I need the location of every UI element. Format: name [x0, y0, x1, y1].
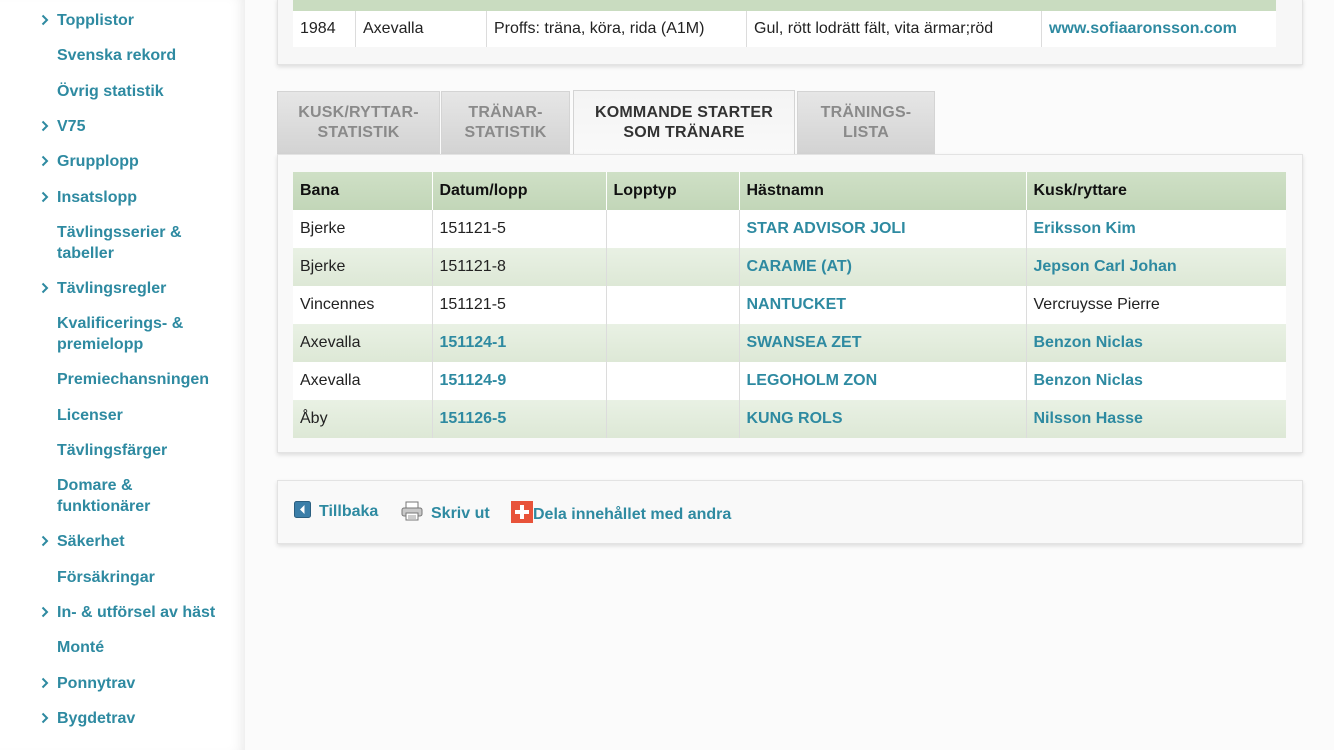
- sidebar-item-label: Tävlingsserier & tabeller: [57, 224, 182, 262]
- tab-driver-stats[interactable]: KUSK/RYTTAR- STATISTIK: [277, 91, 440, 154]
- chevron-right-icon[interactable]: [41, 606, 51, 618]
- sidebar-item-label: Ponnytrav: [57, 675, 136, 692]
- horse-name-link[interactable]: LEGOHOLM ZON: [739, 362, 1027, 400]
- table-header-row: Bana Datum/lopp Lopptyp Hästnamn Kusk/ryttar…: [293, 172, 1286, 210]
- sidebar-item-label: Svenska rekord: [57, 47, 177, 64]
- sidebar-item-label: Monté: [57, 639, 105, 656]
- table-row: Bjerke 151121-5 STAR ADVISOR JOLI Eriksson …: [293, 210, 1286, 248]
- sidebar-item-label: Licenser: [57, 407, 123, 424]
- print-button[interactable]: Skriv ut: [401, 501, 490, 526]
- horse-name-link[interactable]: SWANSEA ZET: [739, 324, 1027, 362]
- sidebar-item-label: Grupplopp: [57, 153, 139, 170]
- chevron-right-icon[interactable]: [41, 712, 51, 724]
- table-row: Bjerke 151121-8 CARAME (AT) Jepson Carl Joh…: [293, 248, 1286, 286]
- race-cell[interactable]: 151124-1: [432, 324, 607, 362]
- column-header: Bana: [293, 172, 433, 210]
- license-type: Proffs: träna, köra, rida (A1M): [487, 11, 747, 47]
- sidebar-item-label: Topplistor: [57, 12, 135, 29]
- column-header: Hästnamn: [739, 172, 1027, 210]
- website-link[interactable]: www.sofiaaronsson.com: [1042, 11, 1276, 47]
- sidebar-item-label: Bygdetrav: [57, 710, 136, 727]
- chevron-right-icon[interactable]: [41, 282, 51, 294]
- driver-cell[interactable]: Benzon Niclas: [1026, 324, 1286, 362]
- race-type-cell: [606, 286, 740, 324]
- sidebar-item-label: Insatslopp: [57, 189, 138, 206]
- track-cell: Axevalla: [293, 362, 433, 400]
- column-header: Lopptyp: [606, 172, 740, 210]
- share-button[interactable]: Dela innehållet med andra: [511, 501, 731, 528]
- print-label: Skriv ut: [431, 504, 490, 522]
- race-cell: 151121-8: [432, 248, 607, 286]
- horse-name-link[interactable]: NANTUCKET: [739, 286, 1027, 324]
- sidebar-item-label: Försäkringar: [57, 569, 155, 586]
- race-type-cell: [606, 362, 740, 400]
- track-cell: Bjerke: [293, 248, 433, 286]
- share-label: Dela innehållet med andra: [533, 505, 732, 523]
- race-type-cell: [606, 324, 740, 362]
- plus-share-icon: [511, 501, 533, 528]
- track-cell: Vincennes: [293, 286, 433, 324]
- driver-cell[interactable]: Nilsson Hasse: [1026, 400, 1286, 438]
- sidebar-item-label: Premiechansningen: [57, 371, 210, 388]
- table-row: Axevalla 151124-9 LEGOHOLM ZON Benzon Nicla…: [293, 362, 1286, 400]
- tab-training-list[interactable]: TRÄNINGS- LISTA: [797, 91, 935, 154]
- racing-colors: Gul, rött lodrätt fält, vita ärmar;röd: [747, 11, 1042, 47]
- race-type-cell: [606, 248, 740, 286]
- sidebar-item-label: In- & utförsel av häst: [57, 604, 216, 621]
- back-arrow-icon: [294, 501, 311, 523]
- race-cell[interactable]: 151126-5: [432, 400, 607, 438]
- printer-icon: [401, 501, 423, 526]
- horse-name-link[interactable]: KUNG ROLS: [739, 400, 1027, 438]
- column-header: Kusk/ryttare: [1026, 172, 1286, 210]
- license-year: 1984: [293, 11, 356, 47]
- driver-cell[interactable]: Eriksson Kim: [1026, 210, 1286, 248]
- back-label: Tillbaka: [319, 503, 379, 520]
- sidebar-item-label: Säkerhet: [57, 533, 125, 550]
- race-cell: 151121-5: [432, 286, 607, 324]
- table-row: Vincennes 151121-5 NANTUCKET Vercruysse Pie…: [293, 286, 1286, 324]
- home-track: Axevalla: [356, 11, 487, 47]
- actions-panel: Tillbaka Skriv ut Dela innehållet med an…: [277, 480, 1303, 544]
- sidebar-item-label: Kvalificerings- & premielopp: [57, 315, 184, 353]
- race-type-cell: [606, 210, 740, 248]
- race-type-cell: [606, 400, 740, 438]
- sidebar-item-label: V75: [57, 118, 86, 135]
- track-cell: Åby: [293, 400, 433, 438]
- back-button[interactable]: Tillbaka: [294, 501, 378, 523]
- tab-driver-stats-label: KUSK/RYTTAR- STATISTIK: [298, 103, 419, 141]
- tab-upcoming-starts[interactable]: KOMMANDE STARTER SOM TRÄNARE: [573, 90, 795, 155]
- tab-trainer-stats[interactable]: TRÄNAR- STATISTIK: [441, 91, 570, 154]
- race-cell[interactable]: 151124-9: [432, 362, 607, 400]
- chevron-right-icon[interactable]: [41, 155, 51, 167]
- tab-trainer-stats-label: TRÄNAR- STATISTIK: [464, 103, 547, 141]
- track-cell: Bjerke: [293, 210, 433, 248]
- chevron-right-icon[interactable]: [41, 120, 51, 132]
- chevron-right-icon[interactable]: [41, 535, 51, 547]
- sidebar-nav: Topplistor Svenska rekord Övrig statistik V…: [0, 0, 245, 750]
- trainer-info-row: 1984 Axevalla Proffs: träna, köra, rida …: [293, 0, 1276, 47]
- tab-training-list-label: TRÄNINGS- LISTA: [820, 103, 912, 141]
- chevron-right-icon[interactable]: [41, 191, 51, 203]
- horse-name-link[interactable]: CARAME (AT): [739, 248, 1027, 286]
- upcoming-starts-table: Bana Datum/lopp Lopptyp Hästnamn Kusk/ryttar…: [293, 172, 1286, 438]
- track-cell: Axevalla: [293, 324, 433, 362]
- chevron-right-icon[interactable]: [41, 677, 51, 689]
- horse-name-link[interactable]: STAR ADVISOR JOLI: [739, 210, 1027, 248]
- driver-cell[interactable]: Benzon Niclas: [1026, 362, 1286, 400]
- sidebar-item-label: Övrig statistik: [57, 83, 164, 100]
- table-row: Åby 151126-5 KUNG ROLS Nilsson Hasse: [293, 400, 1286, 438]
- driver-cell: Vercruysse Pierre: [1026, 286, 1286, 324]
- trainer-info-panel: 1984 Axevalla Proffs: träna, köra, rida …: [277, 0, 1303, 65]
- sidebar-item-label: Tävlingsfärger: [57, 442, 168, 459]
- driver-cell[interactable]: Jepson Carl Johan: [1026, 248, 1286, 286]
- table-row: Axevalla 151124-1 SWANSEA ZET Benzon Niclas: [293, 324, 1286, 362]
- tab-upcoming-starts-label: KOMMANDE STARTER SOM TRÄNARE: [594, 104, 773, 141]
- upcoming-starts-panel: Bana Datum/lopp Lopptyp Hästnamn Kusk/ryttar…: [277, 154, 1303, 453]
- column-header: Datum/lopp: [432, 172, 607, 210]
- chevron-right-icon[interactable]: [41, 14, 51, 26]
- race-cell: 151121-5: [432, 210, 607, 248]
- sidebar-item-label: Domare & funktionärer: [57, 477, 151, 515]
- sidebar-item-label: Tävlingsregler: [57, 280, 167, 297]
